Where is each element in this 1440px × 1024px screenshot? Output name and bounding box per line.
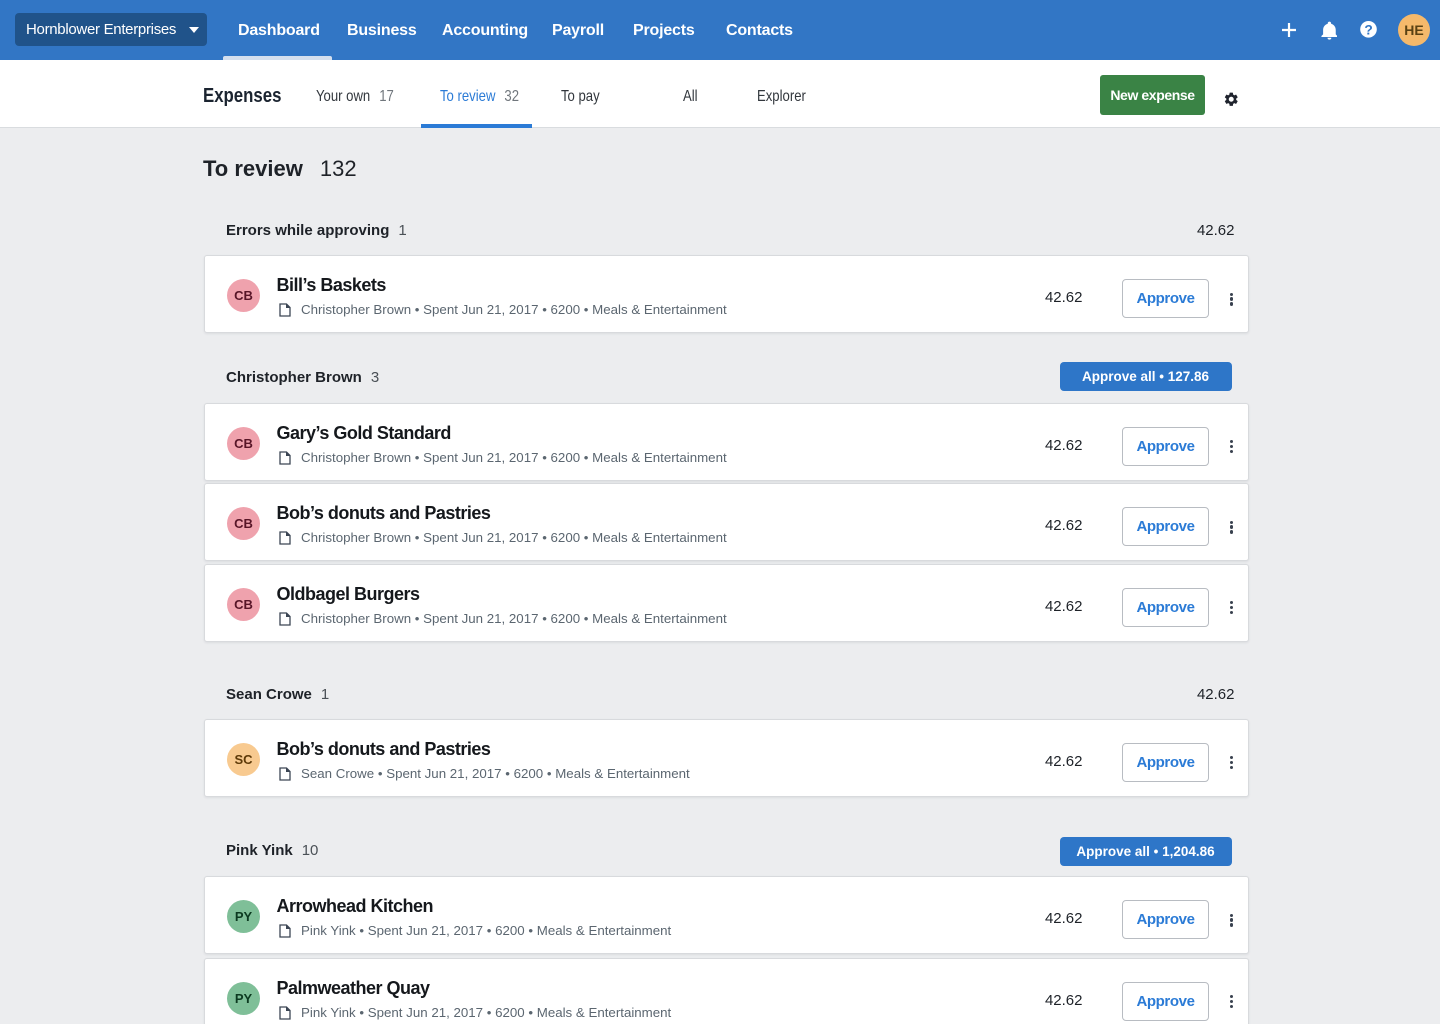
svg-text:?: ? <box>1364 22 1372 37</box>
